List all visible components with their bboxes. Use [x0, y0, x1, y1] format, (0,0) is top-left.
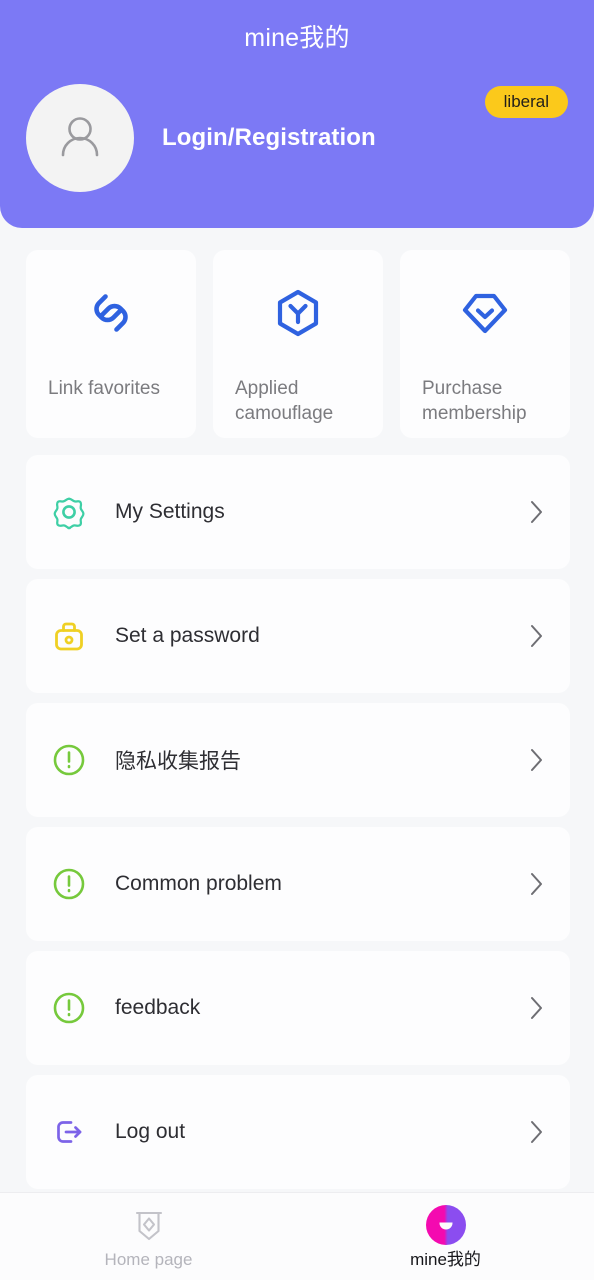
avatar[interactable]	[26, 84, 134, 192]
list-item-label: Set a password	[115, 624, 260, 647]
list-item-set-a-password[interactable]: Set a password	[26, 579, 570, 693]
list-item-label: Common problem	[115, 872, 282, 895]
list-item-common-problem[interactable]: Common problem	[26, 827, 570, 941]
link-chain-icon	[26, 286, 196, 340]
list-item-feedback[interactable]: feedback	[26, 951, 570, 1065]
settings-list: My Settings Set a password 隐私收集报告 Common…	[26, 455, 570, 1199]
exclamation-circle-icon	[49, 988, 89, 1028]
list-item-label: feedback	[115, 996, 201, 1019]
user-avatar-icon	[61, 117, 99, 157]
chevron-right-icon	[526, 993, 548, 1023]
quick-card-link-favorites[interactable]: Link favorites	[26, 250, 196, 438]
liberal-badge[interactable]: liberal	[484, 86, 568, 118]
list-item-label: Log out	[115, 1120, 186, 1143]
shield-check-icon	[400, 286, 570, 340]
quick-card-label: Link favorites	[48, 378, 160, 399]
nav-tab-home-page[interactable]: Home page	[0, 1193, 297, 1280]
quick-card-label: Purchase membership	[422, 378, 527, 424]
exclamation-circle-icon	[49, 864, 89, 904]
quick-actions-row: Link favorites Applied camouflage Purcha…	[26, 250, 570, 438]
nav-tab-mine[interactable]: mine我的	[297, 1193, 594, 1280]
quick-card-purchase-membership[interactable]: Purchase membership	[400, 250, 570, 438]
profile-login-row[interactable]: Login/Registration	[26, 84, 376, 192]
chevron-right-icon	[526, 869, 548, 899]
exclamation-circle-icon	[49, 740, 89, 780]
list-item-log-out[interactable]: Log out	[26, 1075, 570, 1189]
mine-circle-icon	[425, 1205, 466, 1245]
quick-card-label: Applied camouflage	[235, 378, 334, 424]
login-registration-label: Login/Registration	[162, 124, 376, 151]
nav-tab-label: Home page	[104, 1250, 193, 1269]
shield-diamond-icon	[130, 1205, 168, 1245]
padlock-icon	[49, 616, 89, 656]
quick-card-applied-camouflage[interactable]: Applied camouflage	[213, 250, 383, 438]
profile-header: mine我的 Login/Registration liberal	[0, 0, 594, 228]
bottom-navigation-bar: Home page mine我的	[0, 1192, 594, 1280]
list-item-privacy-collection-report[interactable]: 隐私收集报告	[26, 703, 570, 817]
page-title: mine我的	[244, 24, 350, 52]
nav-tab-label: mine我的	[410, 1250, 481, 1269]
list-item-my-settings[interactable]: My Settings	[26, 455, 570, 569]
chevron-right-icon	[526, 497, 548, 527]
logout-arrow-icon	[49, 1112, 89, 1152]
chevron-right-icon	[526, 1117, 548, 1147]
hexagon-y-icon	[213, 286, 383, 340]
list-item-label: 隐私收集报告	[115, 750, 241, 773]
list-item-label: My Settings	[115, 500, 225, 523]
chevron-right-icon	[526, 621, 548, 651]
chevron-right-icon	[526, 745, 548, 775]
gear-flower-icon	[49, 492, 89, 532]
